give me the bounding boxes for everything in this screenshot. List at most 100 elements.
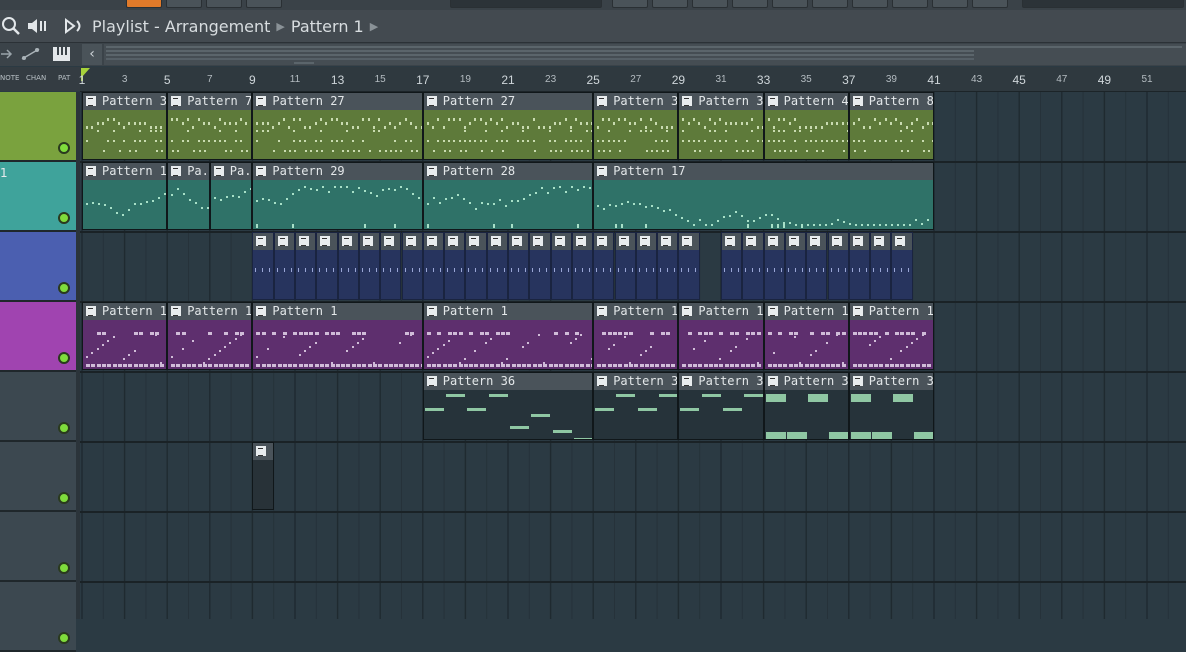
clip-header[interactable]: Pattern 37	[849, 373, 933, 390]
pattern-clip[interactable]: Pattern 17	[593, 162, 934, 230]
clip-header[interactable]	[317, 233, 337, 250]
pattern-clip[interactable]: Pattern 14	[82, 302, 168, 370]
pattern-clip-icon[interactable]	[426, 166, 437, 176]
clip-header[interactable]: Pattern 1	[253, 303, 422, 320]
pattern-clip[interactable]: Pattern 10	[82, 162, 168, 230]
pattern-clip-icon[interactable]	[597, 166, 608, 176]
pattern-clip[interactable]: Pattern 12	[678, 302, 764, 370]
toolbar-button[interactable]	[652, 0, 688, 8]
clip-header[interactable]: Pattern 15	[764, 303, 848, 320]
pattern-clip[interactable]: Pattern 3	[82, 92, 168, 160]
track-header[interactable]	[0, 442, 76, 512]
drum-pattern-clip[interactable]	[614, 232, 636, 300]
clip-header[interactable]	[722, 233, 742, 250]
drum-pattern-clip[interactable]	[508, 232, 530, 300]
pattern-clip-icon[interactable]	[320, 236, 331, 246]
pattern-clip-icon[interactable]	[597, 96, 608, 106]
clip-header[interactable]: Pattern 14	[83, 303, 167, 320]
drum-pattern-clip[interactable]	[635, 232, 658, 300]
clip-header[interactable]	[445, 233, 465, 250]
pattern-clip-icon[interactable]	[852, 306, 863, 316]
clip-header[interactable]: Pattern 3	[679, 93, 763, 110]
drum-pattern-clip[interactable]	[806, 232, 828, 300]
pattern-clip-icon[interactable]	[256, 446, 267, 456]
pattern-clip-icon[interactable]	[682, 376, 693, 386]
drum-pattern-clip[interactable]	[401, 232, 423, 300]
pattern-clip-icon[interactable]	[405, 236, 416, 246]
clip-header[interactable]: Pattern 12	[168, 303, 252, 320]
clip-header[interactable]: Pattern 15	[849, 303, 933, 320]
toolbar-button[interactable]	[772, 0, 808, 8]
drum-pattern-clip[interactable]	[550, 232, 572, 300]
drum-pattern-clip[interactable]	[465, 232, 487, 300]
toolbar-button[interactable]	[246, 0, 282, 8]
pattern-clip-icon[interactable]	[682, 96, 693, 106]
track-header[interactable]	[0, 302, 76, 372]
pattern-clip-icon[interactable]	[362, 236, 373, 246]
toolbar-button[interactable]	[812, 0, 848, 8]
clip-header[interactable]	[658, 233, 678, 250]
pattern-clip-icon[interactable]	[746, 236, 757, 246]
toolbar-button[interactable]	[732, 0, 768, 8]
pattern-clip-icon[interactable]	[171, 166, 182, 176]
clip-header[interactable]: Pattern 17	[594, 163, 933, 180]
track-mute-led[interactable]	[58, 352, 70, 364]
drum-pattern-clip[interactable]	[295, 232, 317, 300]
clip-header[interactable]	[381, 233, 401, 250]
clip-header[interactable]	[551, 233, 571, 250]
pattern-clip[interactable]: Pattern 14	[593, 302, 679, 370]
pattern-clip[interactable]: Pattern 15	[763, 302, 849, 370]
clip-header[interactable]: Pattern 27	[253, 93, 422, 110]
playlist-arrow-icon[interactable]	[64, 16, 86, 36]
clip-header[interactable]: Pattern 29	[253, 163, 422, 180]
track-header[interactable]	[0, 512, 76, 582]
pattern-clip-icon[interactable]	[852, 96, 863, 106]
clip-header[interactable]	[849, 233, 870, 250]
clip-header[interactable]: Pattern 28	[423, 163, 593, 180]
pattern-clip-icon[interactable]	[831, 236, 842, 246]
pattern-clip[interactable]: Pa...	[167, 162, 210, 230]
drum-pattern-clip[interactable]	[721, 232, 743, 300]
pat-label[interactable]: PAT	[58, 74, 70, 82]
pattern-clip[interactable]: Pattern 36	[678, 372, 764, 440]
pattern-clip[interactable]: Pattern 12	[167, 302, 253, 370]
drum-pattern-clip[interactable]	[678, 232, 700, 300]
pattern-clip-icon[interactable]	[171, 306, 182, 316]
clip-header[interactable]: Pattern 3	[594, 93, 678, 110]
pattern-clip-icon[interactable]	[767, 376, 778, 386]
pattern-clip-icon[interactable]	[256, 96, 267, 106]
pattern-clip-icon[interactable]	[426, 306, 437, 316]
pattern-clip-icon[interactable]	[86, 166, 96, 176]
pattern-clip-icon[interactable]	[618, 236, 629, 246]
clip-header[interactable]: Pattern 1	[423, 303, 593, 320]
clip-header[interactable]	[764, 233, 784, 250]
pattern-clip[interactable]	[252, 442, 274, 510]
clip-header[interactable]: Pattern 3	[83, 93, 167, 110]
pattern-clip[interactable]: Pattern 37	[848, 372, 934, 440]
track-mute-led[interactable]	[58, 632, 70, 644]
pattern-clip-icon[interactable]	[426, 96, 437, 106]
toolbar-button[interactable]	[692, 0, 728, 8]
toolbar-button[interactable]	[972, 0, 1008, 8]
track-mute-led[interactable]	[58, 142, 70, 154]
clip-header[interactable]	[743, 233, 763, 250]
toolbar-button[interactable]	[892, 0, 928, 8]
track-header[interactable]	[0, 92, 76, 162]
drum-pattern-clip[interactable]	[870, 232, 892, 300]
active-tool-button[interactable]	[126, 0, 162, 8]
drum-pattern-clip[interactable]	[784, 232, 807, 300]
drum-pattern-clip[interactable]	[827, 232, 849, 300]
pattern-clip-icon[interactable]	[86, 96, 96, 106]
snap-icon[interactable]	[0, 47, 14, 61]
clip-header[interactable]	[828, 233, 848, 250]
clip-header[interactable]	[636, 233, 657, 250]
toolbar-button[interactable]	[852, 0, 888, 8]
clip-header[interactable]	[807, 233, 827, 250]
pattern-clip-icon[interactable]	[426, 236, 437, 246]
breadcrumb-pattern[interactable]: Pattern 1	[291, 17, 364, 36]
pattern-clip-icon[interactable]	[682, 306, 693, 316]
drum-pattern-clip[interactable]	[444, 232, 466, 300]
toolbar-button[interactable]	[206, 0, 242, 8]
timeline-ruler[interactable]: 1 5 9 13 17 21 25 29 33 37 41 45 49 3 7 11 15 19 23 27 31 35 3…	[79, 67, 1186, 92]
pattern-clip-icon[interactable]	[213, 166, 224, 176]
